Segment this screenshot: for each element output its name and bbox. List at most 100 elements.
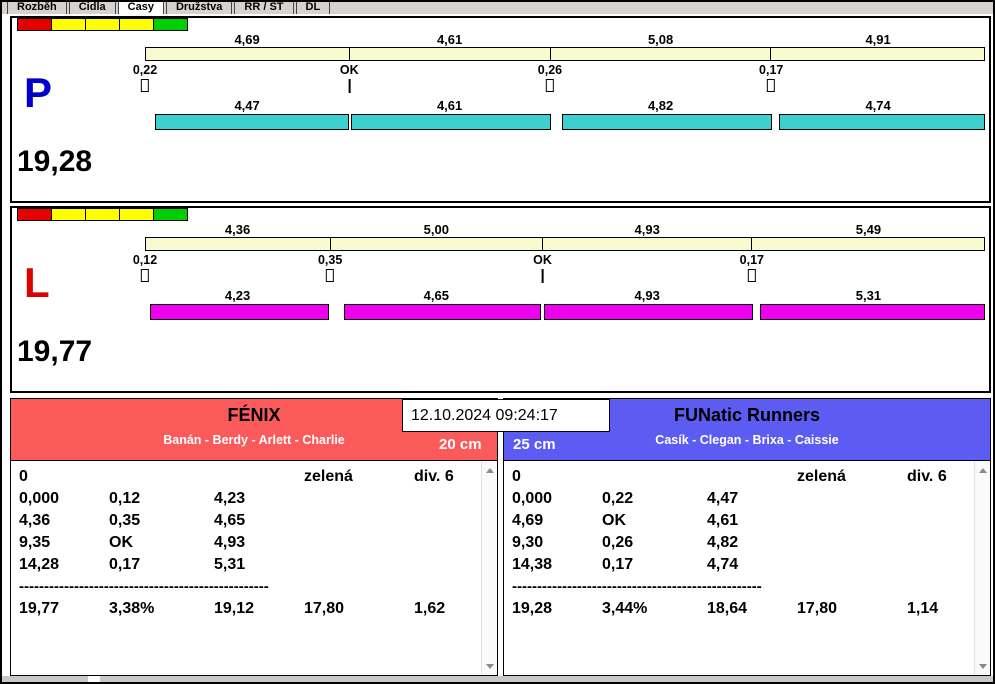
run-bars xyxy=(145,304,985,321)
chevron-up-icon xyxy=(978,467,987,473)
split-label: 4,69 xyxy=(234,32,260,47)
split-label: 4,91 xyxy=(865,32,891,47)
chevron-down-icon xyxy=(978,663,987,669)
status-light-yellow-icon xyxy=(51,18,86,31)
status-light-green-icon xyxy=(153,18,188,31)
team-panel-left: FÉNIX Banán - Berdy - Arlett - Charlie 2… xyxy=(10,398,498,676)
totals-row: 19,77 3,38% 19,12 17,80 1,62 xyxy=(19,600,479,622)
split-label: 4,93 xyxy=(634,288,660,303)
total-time: 19,28 xyxy=(512,600,553,617)
sensor-split-labels: 4,69 4,61 5,08 4,91 xyxy=(145,32,985,47)
crossing-indicator xyxy=(348,79,351,93)
cell: 0,26 xyxy=(602,534,634,551)
crossing-value: 0,17 xyxy=(759,63,784,77)
split-label: 4,74 xyxy=(865,98,891,113)
cell: 19,12 xyxy=(214,600,255,617)
cell: 4,47 xyxy=(707,490,739,507)
scrollbar[interactable] xyxy=(481,461,497,675)
cell: 0,12 xyxy=(109,490,141,507)
crossing-marker: OK xyxy=(340,63,359,93)
cell: 0,17 xyxy=(109,556,141,573)
cell: 1,62 xyxy=(414,600,446,617)
jump-height: 20 cm xyxy=(439,436,482,453)
sensor-split-labels: 4,36 5,00 4,93 5,49 xyxy=(145,222,985,237)
table-row: 14,38 0,17 4,74 xyxy=(512,556,972,578)
cell: 4,69 xyxy=(512,512,544,529)
split-label: 4,36 xyxy=(224,222,251,237)
crossing-row: 0,22 OK 0,26 0,17 xyxy=(133,63,985,97)
crossing-marker: 0,17 xyxy=(759,63,783,92)
split-label: 4,61 xyxy=(436,32,463,47)
timeline-segment xyxy=(350,48,551,60)
lane-panel-left: L 19,77 4,36 5,00 4,93 5,49 0,12 0,35 OK… xyxy=(10,206,991,393)
lane-track: 4,69 4,61 5,08 4,91 0,22 OK 0,26 0,17 4,… xyxy=(133,32,985,131)
table-row: 0,000 0,22 4,47 xyxy=(512,490,972,512)
scrollbar[interactable] xyxy=(974,461,990,675)
split-label: 5,00 xyxy=(423,222,449,237)
cell: 4,82 xyxy=(707,534,739,551)
crossing-value: 0,26 xyxy=(537,63,563,77)
cell: 17,80 xyxy=(797,600,838,617)
tab-dl[interactable]: DL xyxy=(295,2,331,14)
crossing-marker: 0,12 xyxy=(133,253,157,282)
taskbar-strip xyxy=(2,676,993,682)
team-results: 0 zelená div. 6 0,000 0,12 4,23 4,36 0,3… xyxy=(11,460,497,675)
cell: 0 xyxy=(512,468,521,485)
split-label: 4,47 xyxy=(234,98,260,113)
taskbar-item xyxy=(88,676,100,682)
scroll-down-button[interactable] xyxy=(975,658,990,674)
tab-druzstva[interactable]: Družstva xyxy=(165,2,233,14)
cell: 9,30 xyxy=(512,534,544,551)
run-bar xyxy=(543,304,753,320)
split-label: 4,23 xyxy=(224,288,251,303)
tab-casy[interactable]: Časy xyxy=(117,2,164,14)
lane-total-time: 19,28 xyxy=(17,145,93,178)
cell: 18,64 xyxy=(707,600,748,617)
tab-rr-st[interactable]: RR / ST xyxy=(234,2,294,14)
table-row: 4,69 OK 4,61 xyxy=(512,512,972,534)
crossing-value: 0,22 xyxy=(132,63,158,77)
scroll-up-button[interactable] xyxy=(482,462,497,478)
run-split-labels: 4,47 4,61 4,82 4,74 xyxy=(145,98,985,113)
team-results: 0 zelená div. 6 0,000 0,22 4,47 4,69 OK … xyxy=(504,460,990,675)
chevron-up-icon xyxy=(485,467,494,473)
cell: OK xyxy=(602,512,626,529)
sensor-timeline-bar xyxy=(145,47,985,61)
lane-track: 4,36 5,00 4,93 5,49 0,12 0,35 OK 0,17 4,… xyxy=(133,222,985,321)
cell: 0,22 xyxy=(602,490,634,507)
scroll-up-button[interactable] xyxy=(975,462,990,478)
cell: 4,93 xyxy=(214,534,246,551)
crossing-value: 0,12 xyxy=(132,253,158,267)
crossing-indicator xyxy=(541,269,544,283)
status-lights xyxy=(17,208,188,221)
sensor-timeline-bar xyxy=(145,237,985,251)
tab-rozbeh[interactable]: Rozběh xyxy=(7,2,67,14)
timeline-segment xyxy=(146,238,332,250)
division-label: div. 6 xyxy=(907,468,947,485)
run-bar xyxy=(562,114,772,130)
run-bar xyxy=(344,304,542,320)
run-bar xyxy=(154,114,349,130)
crossing-value: 0,35 xyxy=(317,253,343,267)
timeline-segment xyxy=(551,48,772,60)
total-time: 19,77 xyxy=(19,600,60,617)
scroll-down-button[interactable] xyxy=(482,658,497,674)
chevron-down-icon xyxy=(485,663,494,669)
table-row: 0 zelená div. 6 xyxy=(19,468,479,490)
status-lights xyxy=(17,18,188,31)
cell: 0,000 xyxy=(512,490,553,507)
team-dogs: Casík - Clegan - Brixa - Caissie xyxy=(655,433,839,447)
run-split-labels: 4,23 4,65 4,93 5,31 xyxy=(145,288,985,303)
cell: 0 xyxy=(19,468,28,485)
cell: 4,74 xyxy=(707,556,739,573)
cell: 4,65 xyxy=(214,512,246,529)
app-window: Rozběh Čidla Časy Družstva RR / ST DL P … xyxy=(0,0,995,684)
run-bars xyxy=(145,114,985,131)
status-light-yellow-icon xyxy=(85,208,120,221)
tab-cidla[interactable]: Čidla xyxy=(68,2,116,14)
split-label: 5,31 xyxy=(855,288,882,303)
tab-bar: Rozběh Čidla Časy Družstva RR / ST DL xyxy=(2,2,993,14)
lane-panel-right: P 19,28 4,69 4,61 5,08 4,91 0,22 OK 0,26… xyxy=(10,16,991,203)
status-light-yellow-icon xyxy=(85,18,120,31)
table-row: 9,35 OK 4,93 xyxy=(19,534,479,556)
